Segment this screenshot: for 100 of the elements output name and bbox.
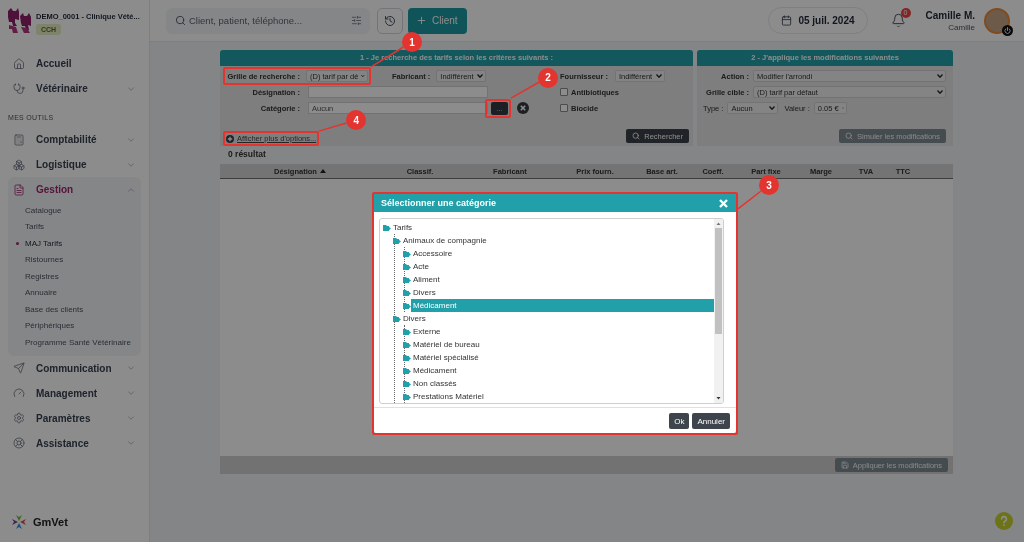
- result-count: 0 résultat: [228, 149, 266, 159]
- clinic-logo: [7, 7, 32, 34]
- plus-icon: [416, 15, 427, 26]
- leader-line: [319, 122, 347, 131]
- nav-item[interactable]: Communication: [8, 355, 141, 381]
- designation-field[interactable]: [308, 86, 488, 98]
- calculator-icon: [13, 133, 25, 146]
- nav-item[interactable]: Assistance: [8, 430, 141, 456]
- cancel-button[interactable]: Annuler: [692, 413, 730, 429]
- tree-item[interactable]: Accessoire: [411, 247, 714, 260]
- checkbox[interactable]: [560, 88, 568, 96]
- floppy-disk-icon: [840, 461, 849, 469]
- search-icon: [845, 132, 854, 140]
- tree-item[interactable]: Médicament: [411, 364, 714, 377]
- tree-item[interactable]: Prestations Matériel: [411, 390, 714, 403]
- chevron-down-icon[interactable]: [126, 438, 136, 448]
- nav-item[interactable]: Paramètres: [8, 405, 141, 431]
- avatar[interactable]: [984, 7, 1010, 34]
- boxes-icon: [13, 158, 25, 171]
- tree-item[interactable]: Non classés: [411, 377, 714, 390]
- chevron-down-icon: [937, 74, 943, 78]
- sliders-icon[interactable]: [351, 15, 362, 26]
- tree-item[interactable]: Animaux de compagnie: [401, 234, 714, 247]
- paper-plane-icon: [13, 362, 25, 374]
- chevron-down-icon: [477, 74, 484, 78]
- tree-item[interactable]: Aliment: [411, 273, 714, 286]
- folder-icon: [403, 340, 411, 349]
- ok-button[interactable]: Ok: [669, 413, 690, 429]
- folder-icon: [393, 236, 401, 245]
- folder-icon: [393, 314, 401, 323]
- folder-icon: [403, 262, 411, 271]
- app-logo: [11, 514, 27, 530]
- bell-icon[interactable]: [890, 13, 906, 28]
- nav-item[interactable]: Logistique: [8, 152, 141, 177]
- chevron-down-icon: [937, 90, 943, 94]
- submenu-item[interactable]: Annuaire: [8, 284, 141, 301]
- chevron-down-icon: [769, 106, 776, 110]
- folder-icon: [403, 249, 411, 258]
- submenu-item[interactable]: MAJ Tarifs: [8, 235, 141, 252]
- folder-icon: [403, 379, 411, 388]
- help-icon[interactable]: [995, 512, 1013, 530]
- chevron-down-icon[interactable]: [126, 388, 136, 398]
- folder-icon: [403, 366, 411, 375]
- tree-item[interactable]: Divers: [401, 312, 714, 325]
- submenu-item[interactable]: Registres: [8, 268, 141, 285]
- callout-marker: 4: [346, 110, 367, 130]
- scrollbar-thumb[interactable]: [715, 228, 722, 334]
- chevron-down-icon[interactable]: [126, 413, 136, 423]
- checkbox[interactable]: [560, 104, 568, 112]
- submenu-item[interactable]: Ristournes: [8, 251, 141, 268]
- nav-item[interactable]: Gestion: [8, 177, 141, 202]
- calendar-icon: [781, 15, 793, 26]
- stethoscope-icon: [13, 82, 25, 95]
- user-subtitle: Camille: [948, 22, 975, 32]
- search-icon: [175, 15, 186, 26]
- leader-line: [511, 82, 540, 99]
- tree-item[interactable]: Médicament: [411, 299, 714, 312]
- close-icon[interactable]: [719, 198, 728, 208]
- brand-name: GmVet: [33, 516, 68, 528]
- nav-item[interactable]: Vétérinaire: [8, 76, 141, 101]
- gauge-icon: [13, 387, 25, 399]
- lifebuoy-icon: [13, 437, 25, 449]
- tree-item[interactable]: Matériel de bureau: [411, 338, 714, 351]
- chevron-down-icon[interactable]: [126, 363, 136, 373]
- nav-item[interactable]: Accueil: [8, 51, 141, 76]
- submenu-item[interactable]: Base des clients: [8, 301, 141, 318]
- tree-item[interactable]: Acte: [411, 260, 714, 273]
- folder-icon: [403, 353, 411, 362]
- submenu-item[interactable]: Catalogue: [8, 202, 141, 219]
- search-field[interactable]: Client, patient, téléphone...: [166, 7, 370, 34]
- history-icon: [384, 14, 396, 27]
- nav-item[interactable]: Management: [8, 380, 141, 406]
- submenu-item[interactable]: Programme Santé Vétérinaire: [8, 334, 141, 351]
- highlight-frame: [485, 98, 511, 118]
- tree-item[interactable]: Divers: [411, 286, 714, 299]
- folder-icon: [403, 392, 411, 401]
- chevron-down-icon: [361, 74, 365, 78]
- active-dot-icon: [16, 241, 19, 245]
- search-icon: [632, 132, 641, 140]
- dialog-title: Sélectionner une catégorie: [381, 198, 497, 208]
- tree-item[interactable]: Tarifs: [391, 221, 714, 234]
- tree-item[interactable]: Externe: [411, 325, 714, 338]
- scrollbar[interactable]: [714, 219, 723, 403]
- submenu-item[interactable]: Périphériques: [8, 317, 141, 334]
- nav-item[interactable]: Comptabilité: [8, 127, 141, 152]
- leader-line: [738, 191, 762, 209]
- submenu-item[interactable]: Tarifs: [8, 218, 141, 235]
- document-icon: [13, 183, 25, 196]
- folder-icon: [383, 223, 391, 232]
- folder-icon: [403, 275, 411, 284]
- power-icon[interactable]: [1002, 24, 1013, 36]
- callout-marker: 2: [538, 67, 558, 88]
- tree-item[interactable]: Matériel spécialisé: [411, 351, 714, 364]
- plus-circle-icon: [226, 134, 234, 143]
- history-button[interactable]: [377, 7, 403, 34]
- user-name: Camille M.: [925, 9, 975, 21]
- clear-icon[interactable]: [517, 102, 529, 114]
- folder-icon: [403, 327, 411, 336]
- chevron-down-icon: [655, 74, 662, 78]
- new-client-button[interactable]: Client: [408, 7, 467, 34]
